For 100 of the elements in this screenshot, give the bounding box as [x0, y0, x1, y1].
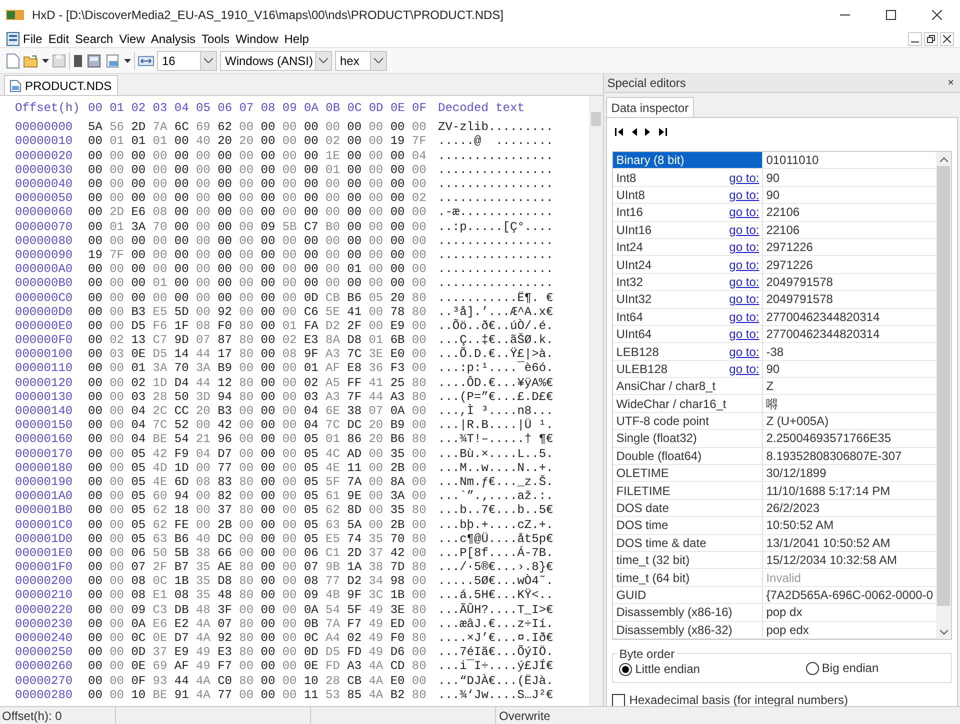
scrollbar-thumb[interactable]: [937, 166, 950, 606]
go-to-link[interactable]: go to:: [729, 308, 760, 326]
hex-byte[interactable]: 00: [88, 574, 110, 588]
hex-byte[interactable]: 00: [347, 191, 369, 206]
hex-byte[interactable]: 04: [131, 432, 153, 447]
hex-byte[interactable]: 00: [347, 276, 369, 291]
hex-byte[interactable]: 00: [88, 418, 110, 432]
hex-byte[interactable]: 08: [131, 574, 153, 588]
hex-byte[interactable]: 85: [347, 688, 369, 702]
hex-byte[interactable]: 0B: [304, 616, 326, 632]
hex-byte[interactable]: 00: [88, 489, 110, 504]
hex-byte[interactable]: 41: [347, 304, 369, 319]
property-cell[interactable]: Int32 go to:: [613, 274, 764, 290]
property-cell[interactable]: DOS date: [613, 500, 764, 516]
hex-byte[interactable]: D6: [390, 645, 412, 660]
hex-byte[interactable]: 11: [304, 688, 326, 702]
hex-byte[interactable]: 09: [304, 588, 326, 603]
menu-item[interactable]: Analysis: [148, 30, 199, 48]
hex-byte[interactable]: 5A: [88, 120, 110, 134]
hex-byte[interactable]: 00: [390, 162, 412, 178]
hex-byte[interactable]: 0F: [131, 674, 153, 688]
hex-byte[interactable]: F9: [174, 446, 196, 461]
hex-byte[interactable]: 02: [131, 376, 153, 390]
next-icon[interactable]: [645, 128, 652, 136]
hex-byte[interactable]: 00: [88, 659, 110, 674]
property-cell[interactable]: UInt24 go to:: [613, 256, 764, 273]
property-cell[interactable]: Double (float64): [613, 448, 764, 464]
hex-byte[interactable]: 42: [218, 418, 240, 432]
hex-byte[interactable]: 7F: [347, 390, 369, 404]
radio-button[interactable]: [806, 662, 819, 674]
hex-byte[interactable]: 00: [88, 518, 110, 532]
hex-byte[interactable]: 00: [304, 191, 326, 206]
hex-byte[interactable]: B3: [218, 404, 240, 418]
hex-byte[interactable]: FF: [347, 376, 369, 390]
hex-byte[interactable]: 05: [304, 432, 326, 447]
hex-byte[interactable]: 00: [304, 120, 326, 134]
hex-byte[interactable]: B9: [218, 361, 240, 376]
hex-byte[interactable]: 1B: [390, 588, 412, 603]
hex-byte[interactable]: 2B: [390, 518, 412, 532]
property-cell[interactable]: Int24 go to:: [613, 238, 764, 256]
hex-byte[interactable]: 00: [260, 446, 282, 461]
scrollbar-thumb[interactable]: [591, 112, 602, 126]
hex-byte[interactable]: 09: [131, 602, 153, 617]
hex-byte[interactable]: 0E: [131, 659, 153, 674]
hex-byte[interactable]: 08: [174, 588, 196, 603]
hex-byte[interactable]: 00: [260, 588, 282, 603]
hex-byte[interactable]: FA: [304, 318, 326, 334]
hex-byte[interactable]: 00: [347, 120, 369, 134]
first-icon[interactable]: [615, 128, 624, 136]
hex-byte[interactable]: 2D: [131, 120, 153, 134]
hex-byte[interactable]: 04: [304, 418, 326, 432]
hex-byte[interactable]: 00: [260, 532, 282, 546]
previous-icon[interactable]: [631, 128, 638, 136]
hex-byte[interactable]: 00: [88, 347, 110, 362]
hex-byte[interactable]: 48: [218, 588, 240, 603]
hex-byte[interactable]: 00: [260, 162, 282, 178]
property-cell[interactable]: Binary (8 bit): [613, 152, 764, 168]
property-cell[interactable]: ULEB128 go to:: [613, 360, 764, 378]
hex-byte[interactable]: 1F: [174, 318, 196, 334]
property-cell[interactable]: AnsiChar / char8_t: [613, 378, 764, 394]
hex-byte[interactable]: 00: [88, 390, 110, 404]
hex-byte[interactable]: 5D: [174, 304, 196, 319]
hex-byte[interactable]: 19: [390, 134, 412, 149]
hex-byte[interactable]: 05: [304, 503, 326, 518]
new-file-icon[interactable]: [6, 52, 20, 68]
hex-byte[interactable]: 00: [260, 191, 282, 206]
hex-byte[interactable]: 00: [304, 177, 326, 192]
hex-byte[interactable]: AD: [347, 446, 369, 461]
hex-byte[interactable]: 00: [260, 489, 282, 504]
hex-byte[interactable]: 00: [131, 276, 153, 291]
hex-byte[interactable]: AE: [218, 560, 240, 574]
hex-byte[interactable]: 12: [218, 376, 240, 390]
property-cell[interactable]: time_t (64 bit): [613, 569, 764, 586]
hex-byte[interactable]: 77: [218, 688, 240, 702]
hex-byte[interactable]: 00: [260, 560, 282, 574]
hex-byte[interactable]: 01: [304, 361, 326, 376]
hex-byte[interactable]: 11: [347, 460, 369, 475]
hex-byte[interactable]: 00: [88, 432, 110, 447]
close-button[interactable]: ×: [944, 74, 957, 92]
hex-byte[interactable]: 00: [88, 177, 110, 192]
property-cell[interactable]: Int8 go to:: [613, 169, 764, 186]
hex-byte[interactable]: C0: [218, 674, 240, 688]
hex-byte[interactable]: 0A: [304, 602, 326, 617]
hex-byte[interactable]: 00: [88, 602, 110, 617]
hex-byte[interactable]: 9F: [347, 588, 369, 603]
hex-byte[interactable]: 00: [88, 631, 110, 646]
hex-byte[interactable]: 00: [347, 162, 369, 178]
hex-byte[interactable]: 9F: [304, 347, 326, 362]
hex-byte[interactable]: 54: [174, 432, 196, 447]
go-to-link[interactable]: go to:: [729, 203, 760, 222]
hex-byte[interactable]: 00: [260, 574, 282, 588]
hex-byte[interactable]: 00: [260, 432, 282, 447]
property-cell[interactable]: Disassembly (x86-16): [613, 604, 764, 621]
hex-byte[interactable]: 00: [88, 148, 110, 163]
hex-byte[interactable]: 07: [218, 616, 240, 632]
hex-byte[interactable]: 00: [347, 248, 369, 262]
hex-byte[interactable]: 00: [347, 234, 369, 248]
go-to-link[interactable]: go to:: [729, 220, 760, 239]
hex-byte[interactable]: D5: [131, 318, 153, 334]
property-cell[interactable]: FILETIME: [613, 482, 764, 499]
